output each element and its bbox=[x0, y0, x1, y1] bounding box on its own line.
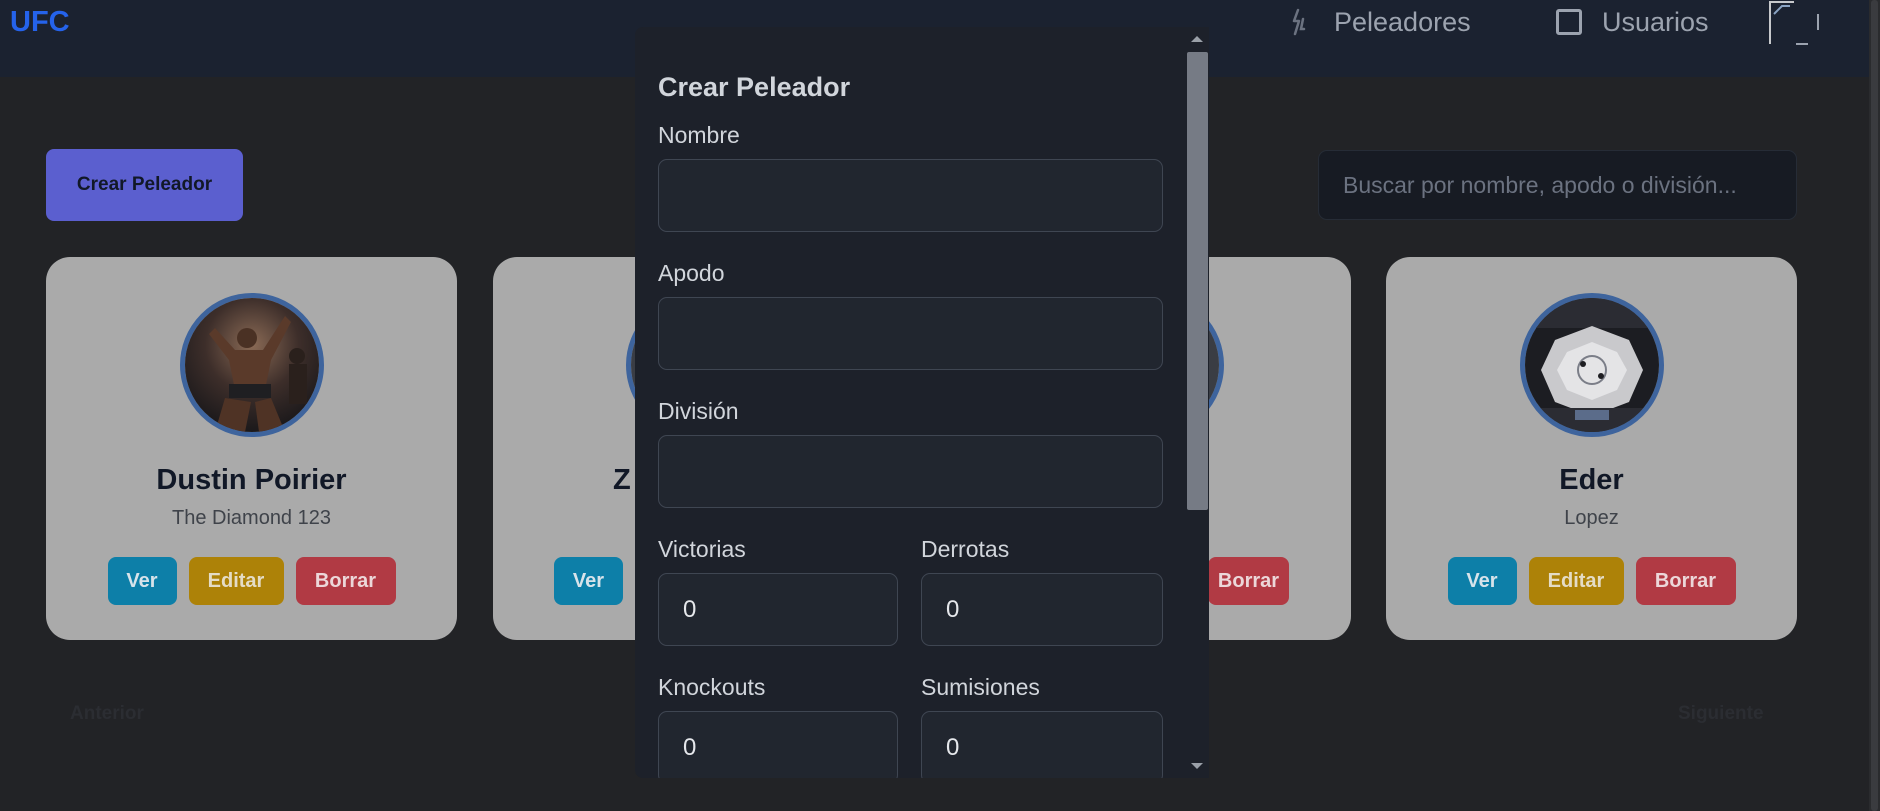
modal-scrollbar-thumb[interactable] bbox=[1187, 52, 1208, 510]
page-scrollbar[interactable] bbox=[1869, 0, 1880, 811]
fighter-card: Dustin Poirier The Diamond 123 Ver Edita… bbox=[46, 257, 457, 640]
apodo-label: Apodo bbox=[658, 260, 725, 286]
knockouts-label: Knockouts bbox=[658, 674, 766, 700]
next-page-button[interactable]: Siguiente bbox=[1678, 703, 1764, 725]
brand-logo[interactable]: UFC bbox=[10, 6, 70, 39]
nav-item-peleadores[interactable]: Peleadores bbox=[1284, 2, 1471, 42]
fighter-name: Dustin Poirier bbox=[156, 464, 347, 496]
division-input[interactable] bbox=[658, 435, 1163, 508]
derrotas-label: Derrotas bbox=[921, 536, 1010, 562]
search-input[interactable]: Buscar por nombre, apodo o división... bbox=[1318, 150, 1797, 220]
division-label: División bbox=[658, 398, 739, 424]
fighter-card: Eder Lopez Ver Editar Borrar bbox=[1386, 257, 1797, 640]
nav-item-usuarios-label: Usuarios bbox=[1602, 6, 1709, 37]
card-actions: Ver Editar Borrar bbox=[1386, 557, 1797, 605]
scroll-up-icon[interactable] bbox=[1191, 36, 1203, 42]
fighter-name: Eder bbox=[1559, 464, 1624, 496]
create-fighter-button[interactable]: Crear Peleador bbox=[46, 149, 243, 221]
sumisiones-label: Sumisiones bbox=[921, 674, 1040, 700]
broken-avatar-icon[interactable] bbox=[1768, 0, 1826, 46]
nav-item-usuarios[interactable]: Usuarios bbox=[1556, 2, 1709, 42]
card-actions: Ver bbox=[554, 557, 623, 605]
delete-button[interactable]: Borrar bbox=[1635, 557, 1736, 605]
nav-item-peleadores-label: Peleadores bbox=[1334, 6, 1471, 37]
edit-button[interactable]: Editar bbox=[1528, 557, 1624, 605]
card-actions: Ver Editar Borrar bbox=[46, 557, 457, 605]
fighter-nickname: The Diamond 123 bbox=[172, 507, 331, 529]
delete-button[interactable]: Borrar bbox=[295, 557, 396, 605]
create-fighter-modal: Crear Peleador Nombre Apodo División Vic… bbox=[635, 27, 1209, 778]
edit-button[interactable]: Editar bbox=[188, 557, 284, 605]
fighter-photo bbox=[1519, 293, 1664, 437]
view-button[interactable]: Ver bbox=[1447, 557, 1517, 605]
fighter-icon bbox=[1292, 8, 1306, 36]
derrotas-input[interactable]: 0 bbox=[921, 573, 1163, 646]
fighter-photo-image bbox=[1524, 298, 1659, 432]
nombre-label: Nombre bbox=[658, 122, 740, 148]
nombre-input[interactable] bbox=[658, 159, 1163, 232]
modal-title: Crear Peleador bbox=[658, 72, 851, 102]
fighter-nickname: Lopez bbox=[1564, 507, 1619, 529]
knockouts-input[interactable]: 0 bbox=[658, 711, 898, 778]
prev-page-button[interactable]: Anterior bbox=[70, 703, 144, 725]
fighter-name: Z bbox=[613, 464, 631, 496]
victorias-label: Victorias bbox=[658, 536, 746, 562]
fighter-photo-image bbox=[184, 298, 319, 432]
apodo-input[interactable] bbox=[658, 297, 1163, 370]
sumisiones-input[interactable]: 0 bbox=[921, 711, 1163, 778]
scroll-down-icon[interactable] bbox=[1191, 763, 1203, 769]
view-button[interactable]: Ver bbox=[107, 557, 177, 605]
delete-button[interactable]: Borrar bbox=[1208, 557, 1289, 605]
view-button[interactable]: Ver bbox=[554, 557, 623, 605]
users-icon bbox=[1556, 9, 1582, 35]
victorias-input[interactable]: 0 bbox=[658, 573, 898, 646]
page-scrollbar-thumb[interactable] bbox=[1871, 0, 1878, 811]
fighter-photo bbox=[179, 293, 324, 437]
